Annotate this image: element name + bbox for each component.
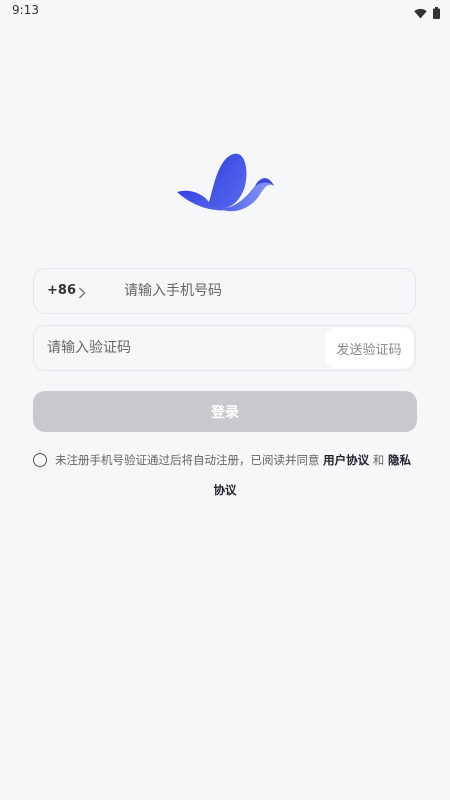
login-button[interactable]: 登录 [33,391,417,432]
login-screen: 9:13 +86 请输入手机号码 请输入验证码 发送验证码 登录 未注册手机号验… [0,0,450,800]
phone-field: +86 [33,268,416,314]
status-icons [414,4,440,23]
phone-input[interactable] [124,279,394,303]
agreement-and: 和 [369,453,388,467]
user-agreement-link[interactable]: 用户协议 [323,453,369,467]
status-bar: 9:13 [0,0,450,22]
agreement-prefix: 未注册手机号验证通过后将自动注册，已阅读并同意 [55,453,324,467]
country-code-selector[interactable]: +86 [47,283,76,298]
wifi-icon [414,4,427,23]
code-field: 发送验证码 [33,325,416,371]
bird-logo-icon [175,150,275,220]
verification-code-input[interactable] [47,336,317,360]
agreement-radio[interactable] [33,453,47,467]
agreement-text: 未注册手机号验证通过后将自动注册，已阅读并同意 用户协议 和 隐私 [55,452,417,468]
chevron-right-icon[interactable] [78,284,86,303]
privacy-policy-link[interactable]: 隐私 [388,453,411,467]
send-code-button[interactable]: 发送验证码 [325,328,413,368]
battery-icon [433,4,440,23]
status-time: 9:13 [12,3,39,17]
privacy-policy-link-continued[interactable]: 协议 [0,482,450,498]
